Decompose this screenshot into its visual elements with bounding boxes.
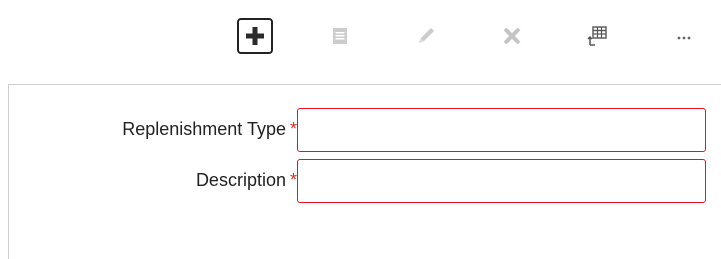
required-marker: *: [289, 119, 297, 139]
copy-button[interactable]: [322, 18, 358, 54]
replenishment-type-input[interactable]: [297, 108, 706, 152]
plus-icon: [246, 27, 264, 45]
edit-button[interactable]: [408, 18, 444, 54]
toolbar: [0, 0, 721, 80]
export-grid-button[interactable]: [579, 18, 615, 54]
table-export-icon: [587, 26, 607, 46]
description-row: Description *: [9, 159, 721, 203]
ellipsis-icon: [677, 36, 691, 40]
replenishment-type-row: Replenishment Type *: [9, 108, 721, 152]
more-button[interactable]: [666, 18, 702, 54]
replenishment-type-label: Replenishment Type *: [122, 119, 297, 139]
form-panel: Replenishment Type * Description *: [8, 84, 721, 259]
required-marker: *: [289, 170, 297, 190]
delete-button[interactable]: [494, 18, 530, 54]
pencil-icon: [419, 28, 434, 43]
add-button[interactable]: [237, 18, 273, 54]
close-icon: [503, 27, 521, 45]
description-input[interactable]: [297, 159, 706, 203]
description-label: Description *: [195, 170, 297, 190]
copy-icon: [333, 28, 347, 44]
